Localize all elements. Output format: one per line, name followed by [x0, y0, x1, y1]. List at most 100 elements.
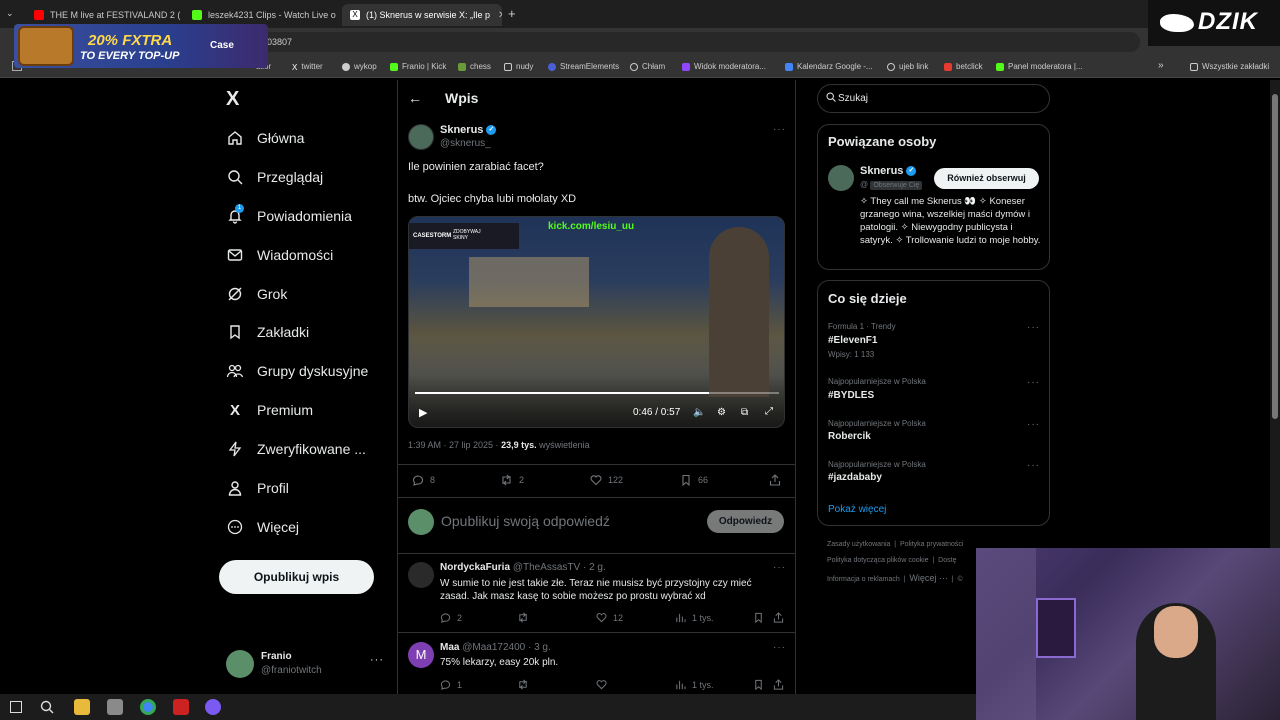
more-icon[interactable]: ···: [1027, 460, 1040, 471]
back-arrow-icon[interactable]: ←: [408, 90, 422, 106]
footer-link[interactable]: Zasady użytkowania | Polityka prywatnośc…: [827, 541, 963, 548]
share-button[interactable]: [773, 679, 790, 690]
bookmark-item[interactable]: StreamElements: [548, 62, 619, 71]
sidebar-item-verified-orgs[interactable]: Zweryfikowane ...: [226, 437, 366, 461]
picture-in-picture-icon[interactable]: ⧉: [741, 407, 748, 418]
repost-button[interactable]: [517, 679, 535, 690]
sidebar-item-premium[interactable]: X Premium: [226, 398, 313, 422]
sidebar-item-bookmarks[interactable]: Zakładki: [226, 320, 309, 344]
post-button[interactable]: Opublikuj wpis: [219, 560, 374, 594]
sidebar-item-profile[interactable]: Profil: [226, 476, 289, 500]
repost-button[interactable]: 2: [500, 474, 524, 486]
reply-button[interactable]: 8: [412, 474, 435, 486]
browser-tab-2[interactable]: leszek4231 Clips - Watch Live o ✕: [184, 4, 340, 26]
avatar[interactable]: [828, 165, 854, 191]
repost-button[interactable]: [517, 612, 535, 623]
x-logo[interactable]: X: [226, 88, 239, 111]
sidebar-item-grok[interactable]: Grok: [226, 282, 287, 306]
related-author[interactable]: Sknerus ✓: [860, 165, 917, 177]
reply-icon: [440, 613, 451, 623]
sidebar-item-more[interactable]: Więcej: [226, 515, 299, 539]
bookmark-item[interactable]: Panel moderatora |...: [996, 62, 1083, 71]
video-progress-track[interactable]: [415, 392, 779, 394]
bookmark-item[interactable]: ujeb link: [887, 62, 928, 71]
tab-list-chevron-icon[interactable]: ⌄: [6, 8, 14, 19]
browser-tab-1[interactable]: THE M live at FESTIVALAND 2 ( ✕: [26, 4, 180, 26]
chrome-icon[interactable]: [140, 699, 156, 715]
bookmark-item[interactable]: Widok moderatora...: [682, 62, 766, 71]
like-button[interactable]: 12: [596, 612, 623, 623]
bookmark-button[interactable]: 66: [680, 474, 708, 486]
views-button[interactable]: 1 tys.: [675, 612, 714, 623]
post-author[interactable]: Sknerus ✓: [440, 124, 497, 136]
sidebar-item-communities[interactable]: Grupy dyskusyjne: [226, 359, 368, 383]
reply-input[interactable]: Opublikuj swoją odpowiedź: [441, 513, 610, 529]
file-explorer-icon[interactable]: [74, 699, 90, 715]
search-icon[interactable]: [40, 700, 54, 719]
app-icon[interactable]: [205, 699, 221, 715]
more-icon[interactable]: ···: [773, 642, 786, 653]
bookmark-item[interactable]: betclick: [944, 62, 983, 71]
bookmark-button[interactable]: [753, 679, 770, 690]
like-button[interactable]: [596, 679, 613, 690]
bookmark-item[interactable]: Chłam: [630, 62, 665, 71]
account-switcher[interactable]: Franio @franiotwitch ···: [226, 648, 386, 682]
fullscreen-icon[interactable]: ⤢: [765, 406, 773, 417]
follow-button[interactable]: Również obserwuj: [934, 168, 1039, 189]
bookmark-item[interactable]: wykop: [342, 62, 377, 71]
ad-banner[interactable]: 20% FXTRA TO EVERY TOP-UP Case: [14, 24, 268, 68]
reply-author[interactable]: NordyckaFuria @TheAssasTV · 2 g.: [440, 562, 606, 573]
bookmark-item[interactable]: nudy: [504, 62, 533, 71]
bookmark-item[interactable]: Xtwitter: [292, 62, 323, 72]
post-timestamp[interactable]: 1:39 AM · 27 lip 2025 ·: [408, 440, 501, 450]
sidebar-item-explore[interactable]: Przeglądaj: [226, 165, 323, 189]
windows-start-icon[interactable]: [10, 701, 22, 713]
sidebar-item-home[interactable]: Główna: [226, 126, 304, 150]
avatar[interactable]: [408, 124, 434, 150]
close-tab-icon[interactable]: ✕: [490, 10, 502, 21]
more-icon[interactable]: ···: [773, 124, 786, 135]
reply-button[interactable]: 1: [440, 679, 462, 690]
browser-tab-3[interactable]: X (1) Sknerus w serwisie X: „Ile p ✕: [342, 4, 502, 26]
close-tab-icon[interactable]: ✕: [336, 10, 340, 21]
search-input[interactable]: Szukaj: [817, 84, 1050, 113]
avatar[interactable]: [408, 562, 434, 588]
reply-author[interactable]: Maa @Maa172400 · 3 g.: [440, 642, 551, 653]
volume-icon[interactable]: 🔈: [693, 407, 705, 418]
video-player[interactable]: CASESTORM ZDOBYWAJ SKINY kick.com/lesiu_…: [408, 216, 785, 428]
play-icon[interactable]: ▶: [419, 406, 427, 419]
more-icon[interactable]: ···: [1027, 419, 1040, 430]
video-promo-badge: CASESTORM ZDOBYWAJ SKINY: [409, 223, 519, 249]
footer-link[interactable]: Informacja o reklamach | Więcej ··· | ©: [827, 573, 963, 583]
url-input[interactable]: 103807: [120, 32, 1140, 52]
new-tab-icon[interactable]: +: [508, 6, 516, 21]
more-icon[interactable]: ···: [370, 654, 384, 666]
avatar[interactable]: M: [408, 642, 434, 668]
sidebar-item-notifications[interactable]: 1 Powiadomienia: [226, 204, 352, 228]
share-button[interactable]: [769, 474, 787, 486]
all-bookmarks[interactable]: Wszystkie zakładki: [1190, 62, 1269, 71]
reply-submit-button[interactable]: Odpowiedz: [707, 510, 784, 533]
app-icon[interactable]: [173, 699, 189, 715]
share-button[interactable]: [773, 612, 790, 623]
chevron-right-icon[interactable]: »: [1158, 60, 1164, 71]
bookmark-item[interactable]: Kalendarz Google -...: [785, 62, 873, 71]
more-icon[interactable]: ···: [1027, 377, 1040, 388]
more-icon[interactable]: ···: [773, 562, 786, 573]
view-count: 1 tys.: [692, 612, 714, 623]
views-button[interactable]: 1 tys.: [675, 679, 714, 690]
footer-link-label: Więcej ···: [909, 573, 948, 583]
bookmark-button[interactable]: [753, 612, 770, 623]
reply-button[interactable]: 2: [440, 612, 462, 623]
bookmark-item[interactable]: chess: [458, 62, 491, 71]
like-button[interactable]: 122: [590, 474, 623, 486]
author-handle[interactable]: @sknerus_: [440, 138, 491, 149]
scrollbar-thumb[interactable]: [1272, 94, 1278, 419]
more-icon[interactable]: ···: [1027, 322, 1040, 333]
settings-icon[interactable]: ⚙: [717, 407, 726, 418]
sidebar-item-messages[interactable]: Wiadomości: [226, 243, 333, 267]
bookmark-item[interactable]: Franio | Kick: [390, 62, 446, 71]
show-more-link[interactable]: Pokaż więcej: [828, 504, 886, 515]
app-icon[interactable]: [107, 699, 123, 715]
footer-link[interactable]: Polityka dotycząca plików cookie | Dostę: [827, 557, 956, 564]
